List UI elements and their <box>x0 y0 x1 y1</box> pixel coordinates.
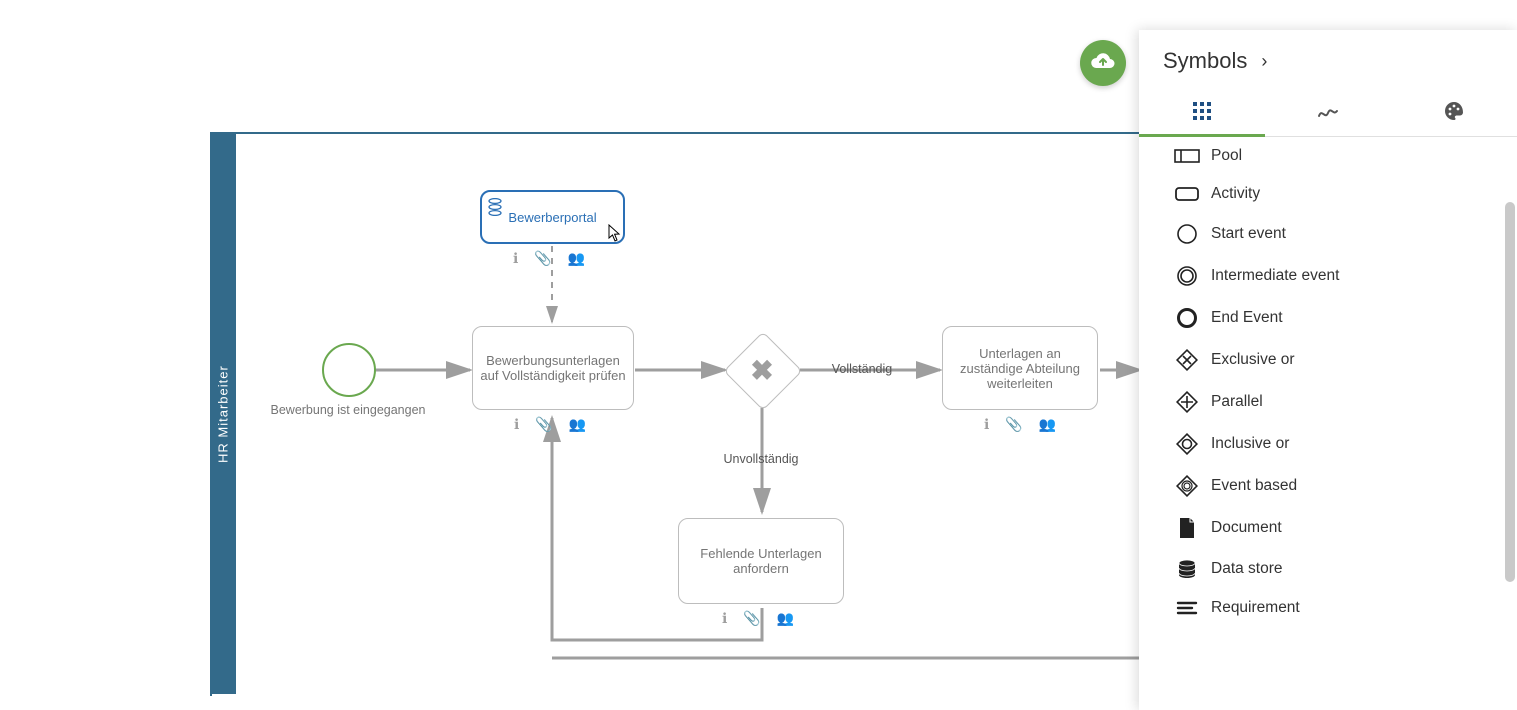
symbol-item-label: Intermediate event <box>1211 267 1339 285</box>
data-store-icon <box>1163 559 1211 579</box>
symbol-item-parallel[interactable]: Parallel <box>1139 381 1517 423</box>
symbol-item-label: Start event <box>1211 225 1286 243</box>
edge-label-unvollstaendig: Unvollständig <box>706 452 816 466</box>
symbols-panel-tabs <box>1139 86 1517 137</box>
info-icon[interactable]: ℹ <box>514 416 519 433</box>
attachment-icon[interactable]: 📎 <box>1005 416 1022 433</box>
start-event-label: Bewerbung ist eingegangen <box>262 403 434 417</box>
symbol-item-label: End Event <box>1211 309 1283 327</box>
end-event-icon <box>1163 307 1211 329</box>
upload-fab[interactable] <box>1080 40 1126 86</box>
symbol-item-label: Data store <box>1211 560 1283 578</box>
attachment-icon[interactable]: 📎 <box>535 416 552 433</box>
tab-palette[interactable] <box>1391 86 1517 136</box>
org-icon[interactable]: 👥 <box>777 610 794 627</box>
symbol-item-inclusive-or[interactable]: Inclusive or <box>1139 423 1517 465</box>
tab-freehand[interactable] <box>1265 86 1391 136</box>
symbol-item-label: Inclusive or <box>1211 435 1289 453</box>
symbol-item-data-store[interactable]: Data store <box>1139 549 1517 589</box>
tab-active-underline <box>1139 134 1265 137</box>
symbol-item-label: Activity <box>1211 185 1260 203</box>
symbol-item-pool[interactable]: Pool <box>1139 137 1517 175</box>
attachment-icon[interactable]: 📎 <box>534 250 551 267</box>
symbol-item-event-based[interactable]: Event based <box>1139 465 1517 507</box>
symbols-panel: Symbols › Pool Activity <box>1139 30 1517 710</box>
gateway-x-icon: ✖ <box>735 343 789 397</box>
node-bewerberportal-label: Bewerberportal <box>508 210 596 225</box>
org-icon[interactable]: 👥 <box>569 416 586 433</box>
node-pruefen-label: Bewerbungsunterlagen auf Vollständigkeit… <box>477 353 629 383</box>
symbol-item-exclusive-or[interactable]: Exclusive or <box>1139 339 1517 381</box>
symbol-item-requirement[interactable]: Requirement <box>1139 589 1517 627</box>
panel-scrollbar[interactable] <box>1505 202 1515 582</box>
data-object-icon <box>488 198 502 216</box>
symbol-item-activity[interactable]: Activity <box>1139 175 1517 213</box>
symbol-item-label: Event based <box>1211 477 1297 495</box>
info-icon[interactable]: ℹ <box>513 250 518 267</box>
start-event[interactable] <box>322 343 376 397</box>
symbol-item-document[interactable]: Document <box>1139 507 1517 549</box>
requirement-icon <box>1163 600 1211 616</box>
symbol-item-label: Parallel <box>1211 393 1263 411</box>
symbols-panel-header[interactable]: Symbols › <box>1139 30 1517 86</box>
symbol-list[interactable]: Pool Activity Start event Intermediate e… <box>1139 137 1517 697</box>
symbols-panel-title: Symbols <box>1163 48 1247 74</box>
attachment-icon[interactable]: 📎 <box>743 610 760 627</box>
event-based-icon <box>1163 475 1211 497</box>
activity-icon <box>1163 187 1211 201</box>
info-icon[interactable]: ℹ <box>984 416 989 433</box>
symbol-item-label: Pool <box>1211 147 1242 165</box>
parallel-icon <box>1163 391 1211 413</box>
document-icon <box>1163 517 1211 539</box>
symbol-item-end-event[interactable]: End Event <box>1139 297 1517 339</box>
node-weiterleiten[interactable]: Unterlagen an zuständige Abteilung weite… <box>942 326 1098 410</box>
node-anfordern-icons[interactable]: ℹ 📎 👥 <box>722 610 794 627</box>
start-event-icon <box>1163 223 1211 245</box>
node-weiterleiten-icons[interactable]: ℹ 📎 👥 <box>984 416 1056 433</box>
symbol-item-intermediate-event[interactable]: Intermediate event <box>1139 255 1517 297</box>
node-anfordern-label: Fehlende Unterlagen anfordern <box>683 546 839 576</box>
symbol-item-start-event[interactable]: Start event <box>1139 213 1517 255</box>
pool-lane-label: HR Mitarbeiter <box>210 134 236 694</box>
node-weiterleiten-label: Unterlagen an zuständige Abteilung weite… <box>947 346 1093 391</box>
node-pruefen-icons[interactable]: ℹ 📎 👥 <box>514 416 586 433</box>
node-anfordern[interactable]: Fehlende Unterlagen anfordern <box>678 518 844 604</box>
node-bewerberportal[interactable]: Bewerberportal <box>480 190 625 244</box>
node-pruefen[interactable]: Bewerbungsunterlagen auf Vollständigkeit… <box>472 326 634 410</box>
node-bewerberportal-icons[interactable]: ℹ 📎 👥 <box>513 250 585 267</box>
pool-icon <box>1163 149 1211 163</box>
symbol-item-label: Exclusive or <box>1211 351 1295 369</box>
diagram-canvas[interactable]: HR Mitarbeiter Bewerbung ist eingegangen… <box>0 0 1517 710</box>
org-icon[interactable]: 👥 <box>1039 416 1056 433</box>
cloud-upload-icon <box>1090 51 1116 76</box>
intermediate-event-icon <box>1163 265 1211 287</box>
org-icon[interactable]: 👥 <box>568 250 585 267</box>
symbol-item-label: Document <box>1211 519 1282 537</box>
chevron-right-icon[interactable]: › <box>1261 51 1267 72</box>
symbol-item-label: Requirement <box>1211 599 1300 617</box>
info-icon[interactable]: ℹ <box>722 610 727 627</box>
tab-symbols-grid[interactable] <box>1139 86 1265 136</box>
exclusive-or-icon <box>1163 349 1211 371</box>
edge-label-vollstaendig: Vollständig <box>822 362 902 376</box>
cursor-icon <box>608 224 622 247</box>
inclusive-or-icon <box>1163 433 1211 455</box>
